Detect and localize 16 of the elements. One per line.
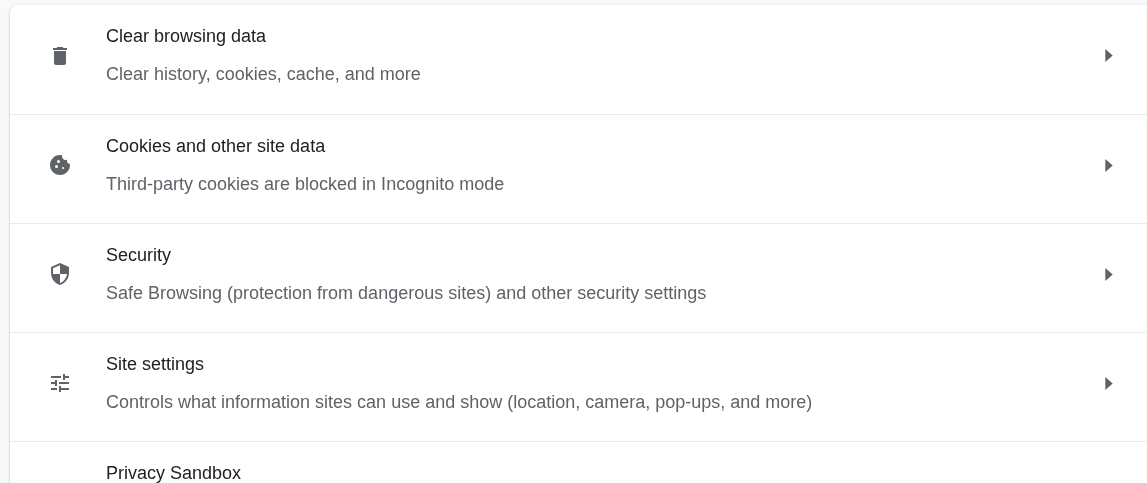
arrow-right-icon[interactable] xyxy=(1105,376,1113,390)
row-description: Third-party cookies are blocked in Incognito mode xyxy=(106,173,506,195)
row-description: Clear history, cookies, cache, and more xyxy=(106,63,422,85)
row-description: Controls what information sites can use and show (location, camera, pop-ups, and more) xyxy=(106,391,814,413)
arrow-right-icon[interactable] xyxy=(1105,49,1113,62)
row-description: Safe Browsing (protection from dangerous sites) and other security settings xyxy=(106,282,708,304)
shield-icon xyxy=(48,262,72,286)
row-title[interactable]: Security xyxy=(106,245,1105,266)
cookie-icon xyxy=(48,153,72,177)
sliders-icon xyxy=(48,371,72,395)
row-title[interactable]: Site settings xyxy=(106,354,1105,375)
row-title[interactable]: Cookies and other site data xyxy=(106,136,1105,157)
arrow-right-icon[interactable] xyxy=(1105,267,1113,281)
arrow-right-icon[interactable] xyxy=(1105,158,1113,172)
row-title[interactable]: Privacy Sandbox xyxy=(106,463,1147,483)
row-title[interactable]: Clear browsing data xyxy=(106,26,1105,47)
